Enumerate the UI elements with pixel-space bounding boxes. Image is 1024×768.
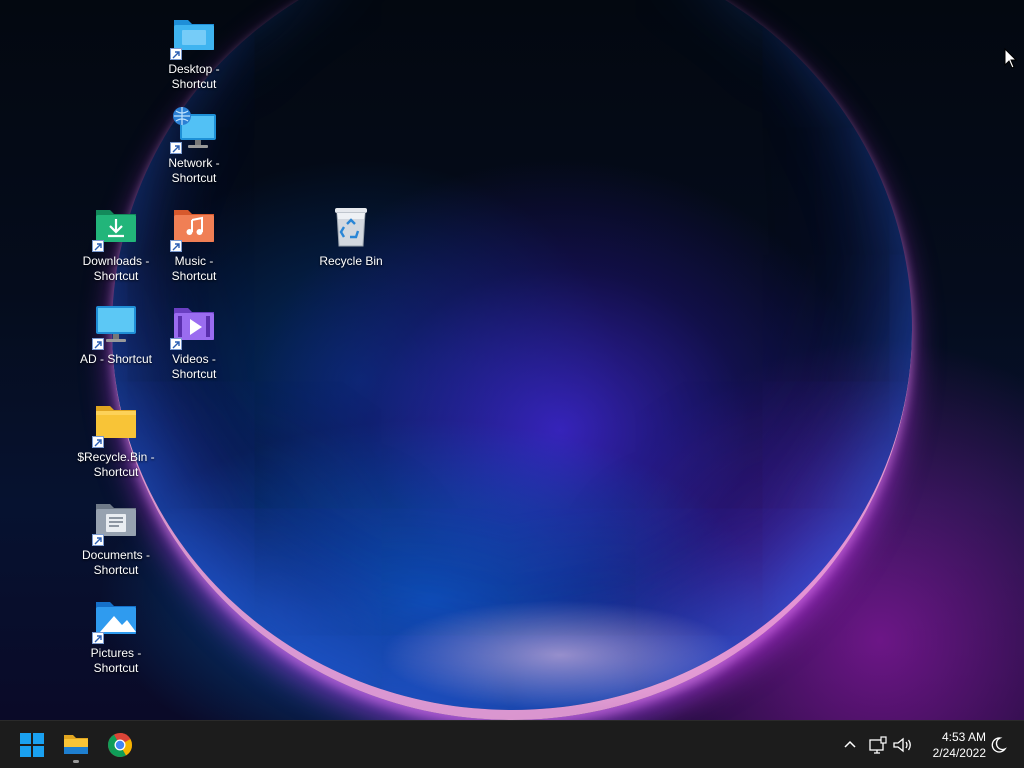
shortcut-arrow-icon bbox=[92, 632, 104, 644]
pictures-folder-icon bbox=[92, 596, 140, 644]
recycle-bin-icon bbox=[327, 204, 375, 252]
show-hidden-icons-button[interactable] bbox=[838, 733, 862, 757]
videos-folder-icon bbox=[170, 302, 218, 350]
desktop-icon-ad-shortcut[interactable]: AD - Shortcut bbox=[76, 302, 156, 367]
wallpaper-glow bbox=[380, 600, 740, 710]
network-icon bbox=[170, 106, 218, 154]
monitor-icon bbox=[92, 302, 140, 350]
desktop-icon-label: Pictures - Shortcut bbox=[90, 646, 142, 675]
network-icon bbox=[869, 736, 887, 754]
desktop-icon-network-shortcut[interactable]: Network - Shortcut bbox=[154, 106, 234, 186]
folder-icon bbox=[92, 400, 140, 448]
clock-date: 2/24/2022 bbox=[932, 746, 986, 760]
focus-assist-icon bbox=[991, 737, 1007, 753]
shortcut-arrow-icon bbox=[170, 142, 182, 154]
desktop-icon-label: $Recycle.Bin - Shortcut bbox=[77, 450, 155, 479]
file-explorer-icon bbox=[64, 735, 88, 754]
desktop-icon-label: Desktop - Shortcut bbox=[168, 62, 220, 91]
desktop-icon-desktop-shortcut[interactable]: Desktop - Shortcut bbox=[154, 12, 234, 92]
desktop-icon-label: Documents - Shortcut bbox=[81, 548, 151, 577]
desktop-icon-videos-shortcut[interactable]: Videos - Shortcut bbox=[154, 302, 234, 382]
taskbar-file-explorer-button[interactable] bbox=[56, 725, 96, 765]
volume-button[interactable] bbox=[890, 733, 914, 757]
volume-icon bbox=[893, 737, 911, 753]
chevron-up-icon bbox=[844, 740, 856, 748]
downloads-folder-icon bbox=[92, 204, 140, 252]
windows-start-icon bbox=[20, 733, 44, 757]
mouse-cursor-icon bbox=[1004, 47, 1018, 75]
desktop-icon-label: Network - Shortcut bbox=[168, 156, 220, 185]
taskbar: 4:53 AM 2/24/2022 bbox=[0, 720, 1024, 768]
desktop-folder-icon bbox=[170, 12, 218, 60]
desktop-icon-music-shortcut[interactable]: Music - Shortcut bbox=[154, 204, 234, 284]
music-folder-icon bbox=[170, 204, 218, 252]
desktop-icon-recycle-bin[interactable]: Recycle Bin bbox=[311, 204, 391, 269]
desktop-icon-downloads-shortcut[interactable]: Downloads - Shortcut bbox=[76, 204, 156, 284]
documents-folder-icon bbox=[92, 498, 140, 546]
taskbar-chrome-button[interactable] bbox=[100, 725, 140, 765]
desktop-icon-documents-shortcut[interactable]: Documents - Shortcut bbox=[76, 498, 156, 578]
taskbar-clock[interactable]: 4:53 AM 2/24/2022 bbox=[920, 729, 986, 761]
desktop-icon-recycle-bin-folder-shortcut[interactable]: $Recycle.Bin - Shortcut bbox=[76, 400, 156, 480]
shortcut-arrow-icon bbox=[92, 240, 104, 252]
network-status-button[interactable] bbox=[866, 733, 890, 757]
shortcut-arrow-icon bbox=[92, 338, 104, 350]
shortcut-arrow-icon bbox=[92, 534, 104, 546]
chrome-icon bbox=[107, 733, 132, 758]
shortcut-arrow-icon bbox=[170, 338, 182, 350]
shortcut-arrow-icon bbox=[170, 240, 182, 252]
desktop-icon-pictures-shortcut[interactable]: Pictures - Shortcut bbox=[76, 596, 156, 676]
shortcut-arrow-icon bbox=[92, 436, 104, 448]
desktop-icon-label: Music - Shortcut bbox=[171, 254, 217, 283]
shortcut-arrow-icon bbox=[170, 48, 182, 60]
desktop-icon-label: Videos - Shortcut bbox=[171, 352, 217, 381]
desktop-icon-label: Recycle Bin bbox=[319, 254, 383, 268]
start-button[interactable] bbox=[12, 725, 52, 765]
focus-assist-button[interactable] bbox=[986, 733, 1010, 757]
clock-time: 4:53 AM bbox=[941, 730, 986, 744]
desktop-icon-label: AD - Shortcut bbox=[79, 352, 153, 366]
desktop-icon-label: Downloads - Shortcut bbox=[82, 254, 150, 283]
running-indicator bbox=[73, 760, 79, 763]
